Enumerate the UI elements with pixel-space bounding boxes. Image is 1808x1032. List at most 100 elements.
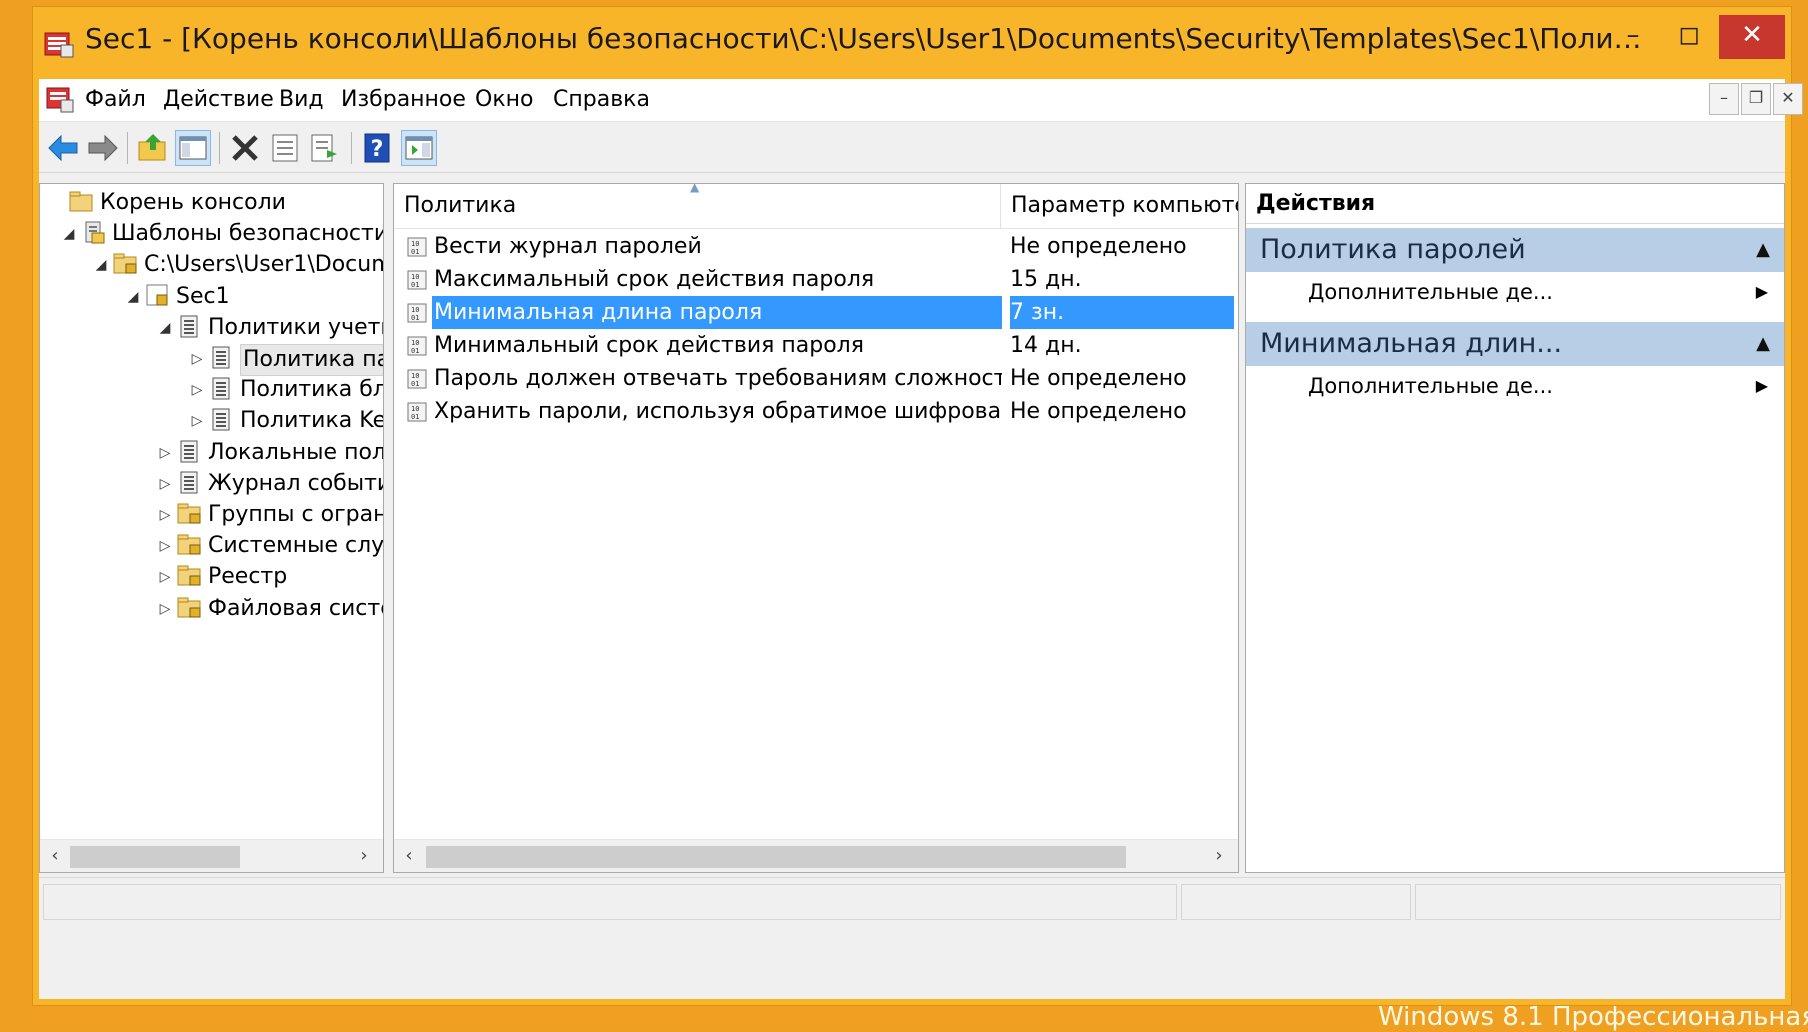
tree-item[interactable]: ◢ C:\Users\User1\Documen <box>90 250 383 280</box>
scroll-right-icon[interactable]: › <box>1206 840 1232 872</box>
tree-item[interactable]: ▷ Системные служб <box>154 531 384 561</box>
scroll-thumb[interactable] <box>70 846 240 868</box>
title-bar[interactable]: Sec1 - [Корень консоли\Шаблоны безопасно… <box>33 7 1791 71</box>
scroll-thumb[interactable] <box>426 846 1126 868</box>
actions-item-label: Дополнительные де... <box>1308 280 1553 304</box>
actions-more-actions-item[interactable]: Дополнительные де... ▶ <box>1246 366 1784 406</box>
tree-item-label: Политика пар <box>240 344 383 376</box>
folder-lock-icon <box>176 531 202 557</box>
close-button[interactable]: ✕ <box>1719 15 1785 59</box>
scroll-left-icon[interactable]: ‹ <box>42 840 68 872</box>
column-header-computer-setting[interactable]: Параметр компьютера <box>1001 184 1238 228</box>
expand-arrow-icon[interactable]: ▷ <box>154 562 176 592</box>
actions-header: Действия <box>1246 184 1784 224</box>
tree-item-label: Файловая систем <box>208 595 383 621</box>
tree-item[interactable]: ▷ Политика бло <box>186 375 383 405</box>
minimize-button[interactable]: – <box>1607 15 1659 59</box>
policy-icon <box>208 406 234 432</box>
actions-section-title: Минимальная длин... <box>1260 328 1563 359</box>
policy-value: Не определено <box>1010 399 1187 424</box>
policy-value: Не определено <box>1010 366 1187 391</box>
menu-window[interactable]: Окно <box>475 85 533 115</box>
toolbar-separator <box>127 132 128 164</box>
policy-value: 15 дн. <box>1010 267 1082 292</box>
tree-item[interactable]: Корень консоли <box>46 188 286 218</box>
expand-arrow-icon[interactable]: ▷ <box>154 469 176 499</box>
svg-text:01: 01 <box>411 413 419 421</box>
policy-setting-icon: 10 01 <box>406 301 428 323</box>
scroll-right-icon[interactable]: › <box>351 840 377 872</box>
collapse-arrow-icon[interactable]: ◢ <box>90 250 112 280</box>
delete-button[interactable] <box>227 130 263 166</box>
policy-icon <box>208 344 234 370</box>
list-horizontal-scrollbar[interactable]: ‹ › <box>394 839 1238 872</box>
console-menu-icon[interactable] <box>45 85 75 115</box>
mdi-restore-button[interactable]: ❐ <box>1741 83 1771 115</box>
delete-icon <box>232 135 258 161</box>
tree-item[interactable]: ▷ Файловая систем <box>154 594 383 624</box>
actions-section-password-policy[interactable]: Политика паролей ▲ <box>1246 228 1784 272</box>
menu-help[interactable]: Справка <box>553 85 650 115</box>
expand-arrow-icon[interactable]: ▷ <box>154 500 176 530</box>
actions-section-title: Политика паролей <box>1260 234 1526 265</box>
actions-more-actions-item[interactable]: Дополнительные де... ▶ <box>1246 272 1784 312</box>
tree-item-label: Системные служб <box>208 533 384 559</box>
collapse-arrow-icon[interactable]: ◢ <box>154 313 176 343</box>
tree-item[interactable]: ▷ Политика пар <box>186 344 383 376</box>
tree-item[interactable]: ◢ Шаблоны безопасности <box>58 219 384 249</box>
actions-section-min-length[interactable]: Минимальная длин... ▲ <box>1246 322 1784 366</box>
menu-bar: Файл Действие Вид Избранное Окно Справка… <box>39 79 1803 122</box>
tree-item[interactable]: ▷ Журнал событий <box>154 469 383 499</box>
table-row[interactable]: 10 01 Минимальная длина пароля 7 зн. <box>394 296 1234 329</box>
expand-arrow-icon[interactable]: ▷ <box>154 594 176 624</box>
tree-item-label: Sec1 <box>176 283 230 309</box>
tree-item[interactable]: ▷ Локальные полит <box>154 438 383 468</box>
tree-item[interactable]: ▷ Политика Kerb <box>186 406 383 436</box>
tree-item[interactable]: ▷ Группы с огранич <box>154 500 383 530</box>
table-row[interactable]: 10 01 Максимальный срок действия пароля 15 … <box>394 263 1234 296</box>
console-tree-pane[interactable]: Корень консоли ◢ Шаблоны безопасности ◢ C:\U… <box>39 183 384 873</box>
table-row[interactable]: 10 01 Пароль должен отвечать требованиям с… <box>394 362 1234 395</box>
mdi-close-button[interactable]: ✕ <box>1773 83 1803 115</box>
tree-item-label: Шаблоны безопасности <box>112 221 384 247</box>
scroll-left-icon[interactable]: ‹ <box>396 840 422 872</box>
maximize-button[interactable]: ◻ <box>1663 15 1715 59</box>
tree-item[interactable]: ◢ Политики учетны <box>154 313 383 343</box>
expand-arrow-icon[interactable]: ▷ <box>154 438 176 468</box>
collapse-arrow-icon[interactable]: ◢ <box>58 219 80 249</box>
expand-arrow-icon[interactable]: ▷ <box>154 531 176 561</box>
tree-horizontal-scrollbar[interactable]: ‹ › <box>40 839 383 872</box>
policy-name: Минимальный срок действия пароля <box>434 333 864 358</box>
actions-pane: Действия Политика паролей ▲ Дополнительн… <box>1245 183 1785 873</box>
table-row[interactable]: 10 01 Минимальный срок действия пароля 14 д… <box>394 329 1234 362</box>
table-row[interactable]: 10 01 Вести журнал паролей Не определено <box>394 230 1234 263</box>
policy-value: Не определено <box>1010 234 1187 259</box>
actions-item-label: Дополнительные де... <box>1308 374 1553 398</box>
help-button[interactable]: ? <box>359 130 395 166</box>
back-button[interactable] <box>45 130 81 166</box>
policy-list-pane[interactable]: Политика ▲ Параметр компьютера 1001Вести… <box>393 183 1239 873</box>
tree-item[interactable]: ◢ Sec1 <box>122 282 230 312</box>
menu-action[interactable]: Действие <box>163 85 274 115</box>
forward-button[interactable] <box>85 130 121 166</box>
up-level-button[interactable] <box>135 130 171 166</box>
collapse-up-icon[interactable]: ▲ <box>1756 228 1770 272</box>
mdi-minimize-button[interactable]: – <box>1709 83 1739 115</box>
collapse-arrow-icon[interactable]: ◢ <box>122 282 144 312</box>
properties-button[interactable] <box>267 130 303 166</box>
export-list-button[interactable] <box>307 130 343 166</box>
policy-icon <box>176 313 202 339</box>
expand-arrow-icon[interactable]: ▷ <box>186 344 208 374</box>
menu-view[interactable]: Вид <box>279 85 324 115</box>
folder-lock-icon <box>176 562 202 588</box>
collapse-up-icon[interactable]: ▲ <box>1756 322 1770 366</box>
menu-file[interactable]: Файл <box>85 85 146 115</box>
expand-arrow-icon[interactable]: ▷ <box>186 406 208 436</box>
table-row[interactable]: 10 01 Хранить пароли, используя обратимое … <box>394 395 1234 428</box>
tree-item[interactable]: ▷ Реестр <box>154 562 288 592</box>
export-list-icon <box>311 134 337 162</box>
menu-favorites[interactable]: Избранное <box>341 85 466 115</box>
expand-arrow-icon[interactable]: ▷ <box>186 375 208 405</box>
show-hide-action-pane-button[interactable] <box>401 130 437 166</box>
show-hide-tree-button[interactable] <box>175 130 211 166</box>
